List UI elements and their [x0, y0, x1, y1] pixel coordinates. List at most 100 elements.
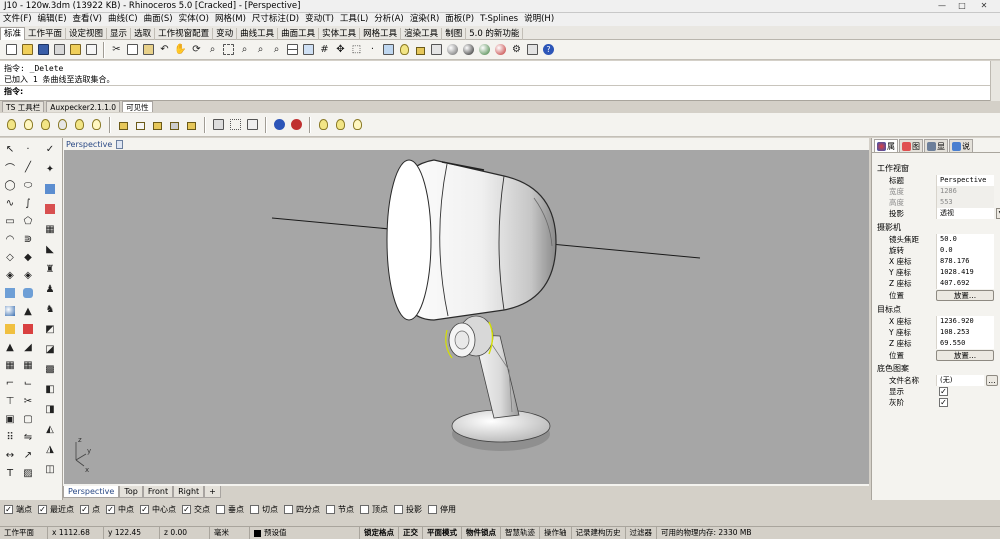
chamfer-icon[interactable]: ⌙: [21, 376, 35, 390]
tspline-figure-icon[interactable]: ♜: [43, 262, 57, 276]
show-objects-icon[interactable]: [316, 117, 331, 132]
unlock-icon[interactable]: [133, 117, 148, 132]
tab-help[interactable]: 说: [949, 139, 973, 152]
layers-icon[interactable]: [381, 42, 396, 57]
mesh-icon[interactable]: ▦: [3, 358, 17, 372]
lock-icon[interactable]: [413, 42, 428, 57]
show-checkbox[interactable]: ✓: [939, 387, 948, 396]
surface-icon[interactable]: ◇: [3, 250, 17, 264]
unlock-selected-icon[interactable]: [184, 117, 199, 132]
sweep-icon[interactable]: ◈: [21, 268, 35, 282]
isolate-icon[interactable]: [272, 117, 287, 132]
status-filter[interactable]: 过滤器: [626, 527, 657, 539]
osnap-perp-checkbox[interactable]: [216, 504, 225, 514]
menu-edit[interactable]: 编辑(E): [35, 13, 70, 26]
tspline-subdivide-icon[interactable]: ◧: [43, 382, 57, 396]
rectangle-icon[interactable]: ▭: [3, 214, 17, 228]
add-viewport-tab-button[interactable]: +: [204, 486, 221, 498]
rotation-field[interactable]: 0.0: [936, 245, 994, 256]
cplane-icon[interactable]: [301, 42, 316, 57]
menu-analyze[interactable]: 分析(A): [371, 13, 406, 26]
select-visible-icon[interactable]: [228, 117, 243, 132]
menu-surface[interactable]: 曲面(S): [141, 13, 176, 26]
menu-tsplines[interactable]: T-Splines: [477, 13, 521, 26]
osnap-mid[interactable]: ✓ 中点: [106, 504, 134, 515]
polygon-icon[interactable]: ⬠: [21, 214, 35, 228]
polyline-icon[interactable]: ⌒: [3, 160, 17, 175]
unisolate-icon[interactable]: [289, 117, 304, 132]
projection-select[interactable]: 透视: [936, 208, 994, 219]
show-in-detail-icon[interactable]: [211, 117, 226, 132]
tspline-icon[interactable]: ✦: [43, 162, 57, 176]
point-icon[interactable]: ·: [365, 42, 380, 57]
light-bulb-icon[interactable]: [397, 42, 412, 57]
menu-tools[interactable]: 工具(L): [337, 13, 371, 26]
target-y-field[interactable]: 108.253: [936, 327, 994, 338]
show-points-icon[interactable]: [89, 117, 104, 132]
menu-dimension[interactable]: 尺寸标注(D): [249, 13, 302, 26]
sphere-icon[interactable]: [3, 304, 17, 318]
browse-button[interactable]: ...: [986, 375, 998, 386]
hatch-icon[interactable]: ▨: [21, 466, 35, 480]
close-button[interactable]: ✕: [976, 1, 992, 11]
lock-selected-icon[interactable]: [150, 117, 165, 132]
render-settings-icon[interactable]: [525, 42, 540, 57]
zoom-selected-icon[interactable]: ⌕: [269, 42, 284, 57]
osnap-disable-checkbox[interactable]: [428, 504, 437, 514]
arc-icon[interactable]: ◠: [3, 232, 17, 246]
lock-swap-icon[interactable]: [167, 117, 182, 132]
osnap-vertex-checkbox[interactable]: [360, 504, 369, 514]
zoom-window-icon[interactable]: [221, 42, 236, 57]
osnap-point[interactable]: ✓ 点: [80, 504, 100, 515]
tab-front[interactable]: Front: [142, 486, 174, 498]
offset-icon[interactable]: ⋑: [21, 232, 35, 246]
menu-transform[interactable]: 变动(T): [302, 13, 337, 26]
group-icon[interactable]: ▣: [3, 412, 17, 426]
tspline-extrude-icon[interactable]: ◣: [43, 242, 57, 256]
shaded-sphere-icon[interactable]: [461, 42, 476, 57]
undo-icon[interactable]: ↶: [157, 42, 172, 57]
status-layer[interactable]: 预设值: [250, 527, 360, 539]
status-cplane[interactable]: 工作平面: [0, 527, 48, 539]
tab-auxpecker[interactable]: Auxpecker2.1.1.0: [46, 101, 121, 112]
cone-icon[interactable]: ▲: [21, 304, 35, 318]
osnap-mid-checkbox[interactable]: ✓: [106, 504, 115, 514]
hide-in-detail-icon[interactable]: [245, 117, 260, 132]
osnap-center[interactable]: ✓ 中心点: [140, 504, 176, 515]
menu-help[interactable]: 说明(H): [521, 13, 557, 26]
filename-field[interactable]: (无): [936, 375, 984, 386]
viewport-menu-arrow[interactable]: [116, 140, 123, 149]
maximize-button[interactable]: □: [954, 1, 970, 11]
status-record-history[interactable]: 记录建构历史: [572, 527, 626, 539]
boolean-diff-icon[interactable]: [21, 322, 35, 336]
chevron-down-icon[interactable]: ▼: [996, 208, 1000, 219]
circle-icon[interactable]: ◯: [3, 178, 17, 192]
mesh-tool-icon[interactable]: ▦: [21, 358, 35, 372]
osnap-tangent-checkbox[interactable]: [250, 504, 259, 514]
save-icon[interactable]: [36, 42, 51, 57]
tab-right[interactable]: Right: [173, 486, 205, 498]
osnap-vertex[interactable]: 顶点: [360, 504, 388, 515]
osnap-point-checkbox[interactable]: ✓: [80, 504, 89, 514]
osnap-intersection[interactable]: ✓ 交点: [182, 504, 210, 515]
grid-icon[interactable]: #: [317, 42, 332, 57]
target-z-field[interactable]: 69.550: [936, 338, 994, 349]
rotate-view-icon[interactable]: ⟳: [189, 42, 204, 57]
osnap-end-checkbox[interactable]: ✓: [4, 504, 13, 514]
print-icon[interactable]: [52, 42, 67, 57]
zoom-icon[interactable]: ⌕: [205, 42, 220, 57]
tspline-symmetry-icon[interactable]: ◭: [43, 422, 57, 436]
tab-display[interactable]: 显: [924, 139, 948, 152]
leader-icon[interactable]: ↗: [21, 448, 35, 462]
show-all-icon[interactable]: [333, 117, 348, 132]
title-field[interactable]: Perspective: [936, 175, 994, 186]
tspline-thicken-icon[interactable]: ◫: [43, 462, 57, 476]
status-gumball[interactable]: 操作轴: [540, 527, 572, 539]
osnap-project[interactable]: 投影: [394, 504, 422, 515]
tspline-display-icon[interactable]: ◮: [43, 442, 57, 456]
target-place-button[interactable]: 放置...: [936, 350, 994, 361]
lens-field[interactable]: 50.0: [936, 234, 994, 245]
status-planar[interactable]: 平面模式: [423, 527, 462, 539]
array-icon[interactable]: ⠿: [3, 430, 17, 444]
camera-place-button[interactable]: 放置...: [936, 290, 994, 301]
